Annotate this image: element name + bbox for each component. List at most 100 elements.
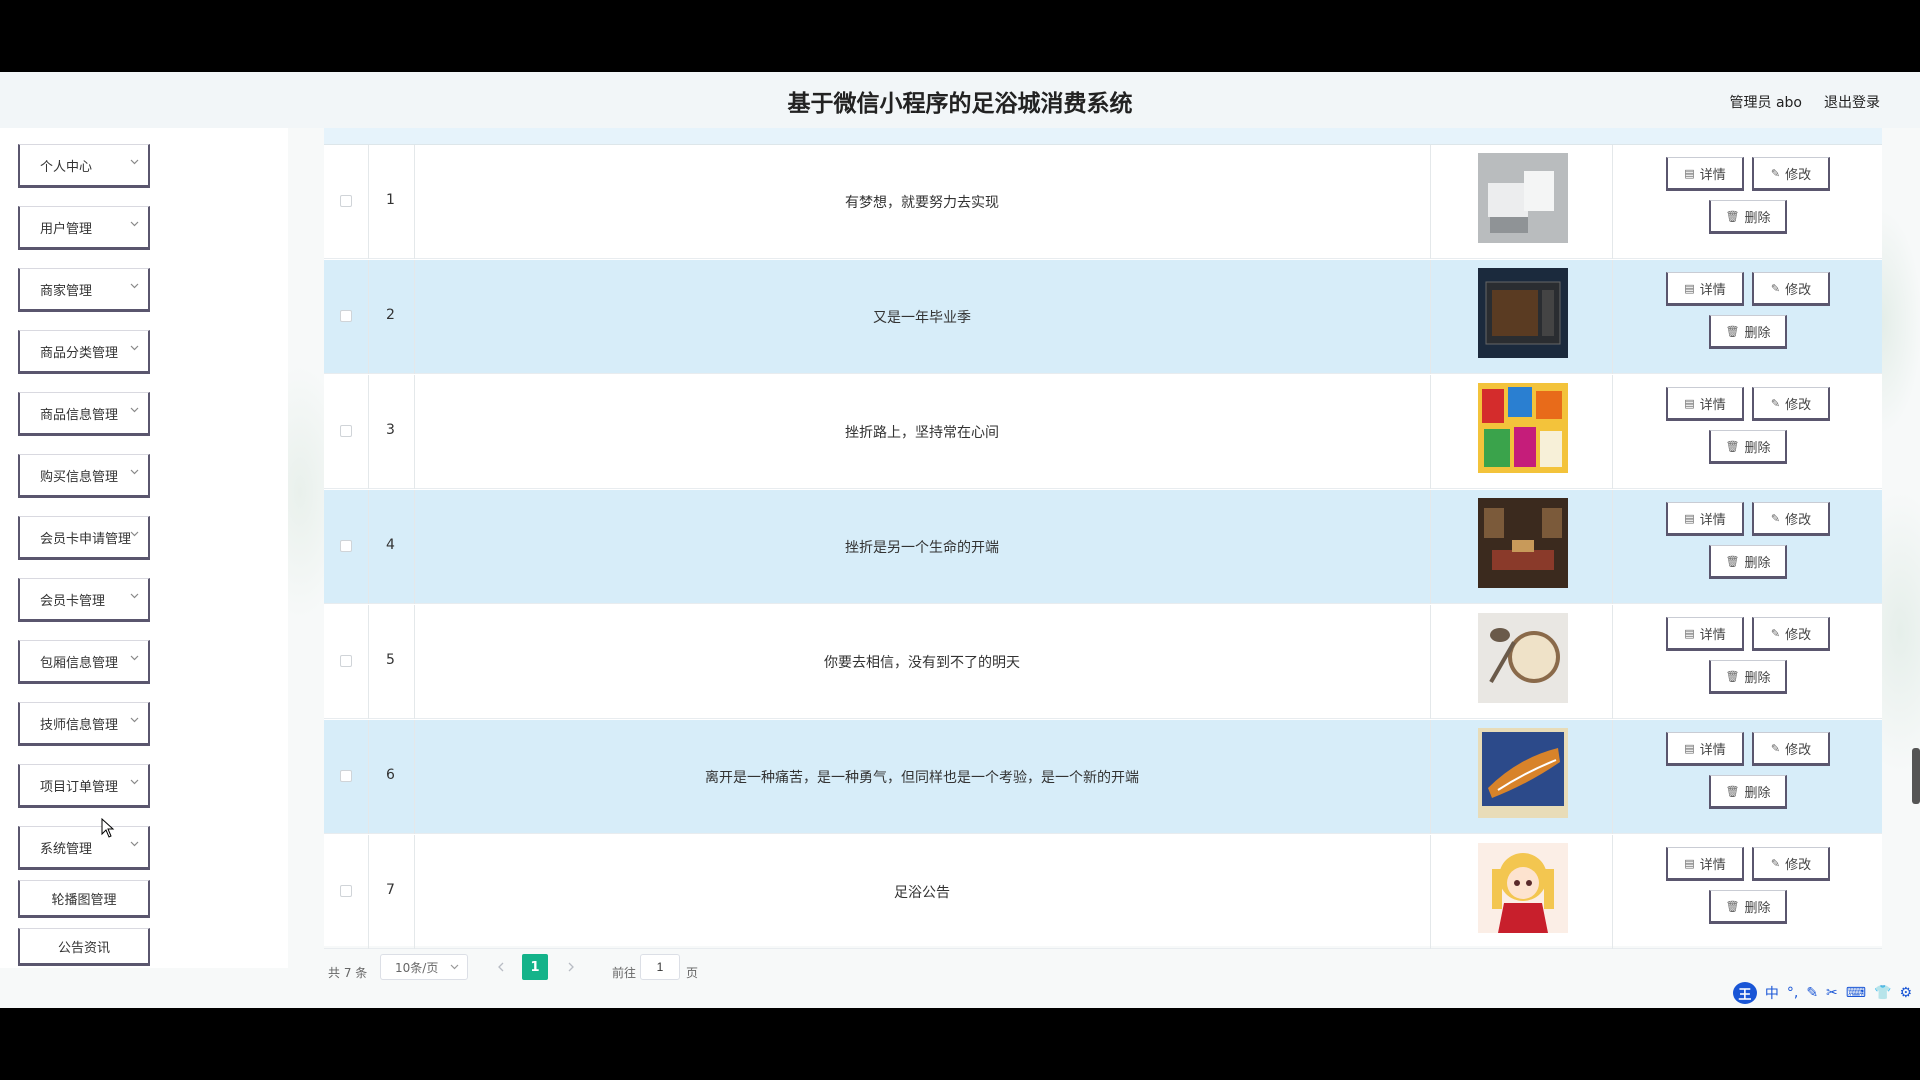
detail-button[interactable]: ▤ 详情	[1666, 617, 1744, 651]
detail-button[interactable]: ▤ 详情	[1666, 732, 1744, 766]
sidebar-item[interactable]: 用户管理	[18, 206, 150, 250]
sidebar-item[interactable]: 公告资讯	[18, 928, 150, 966]
prev-page-button[interactable]	[488, 954, 514, 980]
table-header-edge	[324, 128, 1882, 145]
document-icon: ▤	[1684, 856, 1695, 870]
column-divider	[1430, 720, 1431, 834]
delete-button[interactable]: 🗑 删除	[1709, 660, 1787, 694]
detail-button-label: 详情	[1699, 857, 1726, 873]
edit-button[interactable]: ✎ 修改	[1752, 272, 1830, 306]
total-count: 共 7 条	[328, 966, 368, 980]
next-page-button[interactable]	[558, 954, 584, 980]
sidebar-item[interactable]: 会员卡申请管理	[18, 516, 150, 560]
ime-skin-icon[interactable]: 👕	[1874, 985, 1891, 1001]
sidebar-item-label: 技师信息管理	[40, 717, 119, 733]
sidebar-item-label: 个人中心	[40, 159, 93, 175]
admin-user-label[interactable]: 管理员 abo	[1730, 92, 1802, 112]
edit-button[interactable]: ✎ 修改	[1752, 847, 1830, 881]
sidebar-item-label: 商品分类管理	[40, 345, 119, 361]
detail-button[interactable]: ▤ 详情	[1666, 502, 1744, 536]
edit-button[interactable]: ✎ 修改	[1752, 732, 1830, 766]
sidebar-item[interactable]: 包厢信息管理	[18, 640, 150, 684]
page-size-select[interactable]: 10条/页	[380, 954, 468, 980]
table-row: 7 足浴公告 ▤ 详情 ✎ 修改 🗑 删除	[324, 835, 1882, 949]
detail-button-label: 详情	[1699, 397, 1726, 413]
row-index: 6	[386, 767, 395, 783]
row-checkbox[interactable]	[340, 195, 352, 207]
current-page-button[interactable]: 1	[522, 954, 548, 980]
row-checkbox[interactable]	[340, 310, 352, 322]
edit-button-label: 修改	[1785, 857, 1812, 873]
ime-settings-icon[interactable]: ⚙	[1899, 985, 1912, 1001]
detail-button-label: 详情	[1699, 167, 1726, 183]
sidebar-item[interactable]: 商品分类管理	[18, 330, 150, 374]
side-scroll-handle[interactable]	[1912, 748, 1920, 804]
row-thumbnail	[1478, 498, 1568, 588]
row-checkbox[interactable]	[340, 540, 352, 552]
sidebar-item[interactable]: 轮播图管理	[18, 880, 150, 918]
trash-icon: 🗑	[1725, 784, 1740, 798]
sidebar-item[interactable]: 购买信息管理	[18, 454, 150, 498]
detail-button[interactable]: ▤ 详情	[1666, 387, 1744, 421]
row-checkbox[interactable]	[340, 425, 352, 437]
sidebar-item[interactable]: 商家管理	[18, 268, 150, 312]
delete-button[interactable]: 🗑 删除	[1709, 430, 1787, 464]
sidebar-item[interactable]: 会员卡管理	[18, 578, 150, 622]
edit-button[interactable]: ✎ 修改	[1752, 617, 1830, 651]
ime-pen-icon[interactable]: ✎	[1806, 985, 1818, 1001]
ime-punctuation-icon[interactable]: °,	[1787, 985, 1798, 1001]
delete-button[interactable]: 🗑 删除	[1709, 545, 1787, 579]
ime-mode[interactable]: 中	[1765, 983, 1779, 1003]
sidebar-item[interactable]: 系统管理	[18, 826, 150, 870]
row-checkbox[interactable]	[340, 885, 352, 897]
edit-button-label: 修改	[1785, 282, 1812, 298]
delete-button[interactable]: 🗑 删除	[1709, 200, 1787, 234]
detail-button[interactable]: ▤ 详情	[1666, 157, 1744, 191]
column-divider	[368, 835, 369, 949]
delete-button[interactable]: 🗑 删除	[1709, 315, 1787, 349]
edit-icon: ✎	[1770, 741, 1781, 755]
row-index: 4	[386, 537, 395, 553]
edit-button[interactable]: ✎ 修改	[1752, 502, 1830, 536]
chevron-down-icon	[130, 283, 139, 291]
sidebar-item[interactable]: 项目订单管理	[18, 764, 150, 808]
detail-button[interactable]: ▤ 详情	[1666, 272, 1744, 306]
chevron-down-icon	[450, 964, 459, 970]
ime-logo-icon[interactable]: 王	[1732, 982, 1757, 1004]
edit-icon: ✎	[1770, 511, 1781, 525]
row-thumbnail	[1478, 268, 1568, 358]
sidebar-item[interactable]: 商品信息管理	[18, 392, 150, 436]
sidebar-item[interactable]: 技师信息管理	[18, 702, 150, 746]
edit-button[interactable]: ✎ 修改	[1752, 157, 1830, 191]
column-divider	[1430, 145, 1431, 259]
logout-link[interactable]: 退出登录	[1824, 92, 1880, 112]
chevron-down-icon	[130, 531, 139, 539]
column-divider	[1430, 490, 1431, 604]
sidebar-item[interactable]: 个人中心	[18, 144, 150, 188]
column-divider	[1430, 835, 1431, 949]
page-unit-label: 页	[686, 966, 699, 980]
ime-keyboard-icon[interactable]: ⌨	[1846, 985, 1866, 1001]
chevron-down-icon	[130, 345, 139, 353]
detail-button-label: 详情	[1699, 742, 1726, 758]
document-icon: ▤	[1684, 741, 1695, 755]
row-index: 2	[386, 307, 395, 323]
edit-button[interactable]: ✎ 修改	[1752, 387, 1830, 421]
delete-button[interactable]: 🗑 删除	[1709, 890, 1787, 924]
chevron-down-icon	[130, 655, 139, 663]
page-size-value: 10条/页	[395, 960, 439, 975]
delete-button[interactable]: 🗑 删除	[1709, 775, 1787, 809]
ime-toolbar: 王 中 °, ✎ ✂ ⌨ 👕 ⚙	[1732, 982, 1912, 1004]
goto-page-input[interactable]	[640, 954, 680, 980]
mouse-cursor-icon	[101, 818, 115, 838]
row-title: 足浴公告	[894, 885, 950, 901]
detail-button-label: 详情	[1699, 282, 1726, 298]
document-icon: ▤	[1684, 281, 1695, 295]
row-checkbox[interactable]	[340, 655, 352, 667]
row-checkbox[interactable]	[340, 770, 352, 782]
sidebar-item-label: 用户管理	[40, 221, 93, 237]
edit-icon: ✎	[1770, 281, 1781, 295]
ime-scissors-icon[interactable]: ✂	[1826, 985, 1838, 1001]
chevron-down-icon	[130, 717, 139, 725]
detail-button[interactable]: ▤ 详情	[1666, 847, 1744, 881]
